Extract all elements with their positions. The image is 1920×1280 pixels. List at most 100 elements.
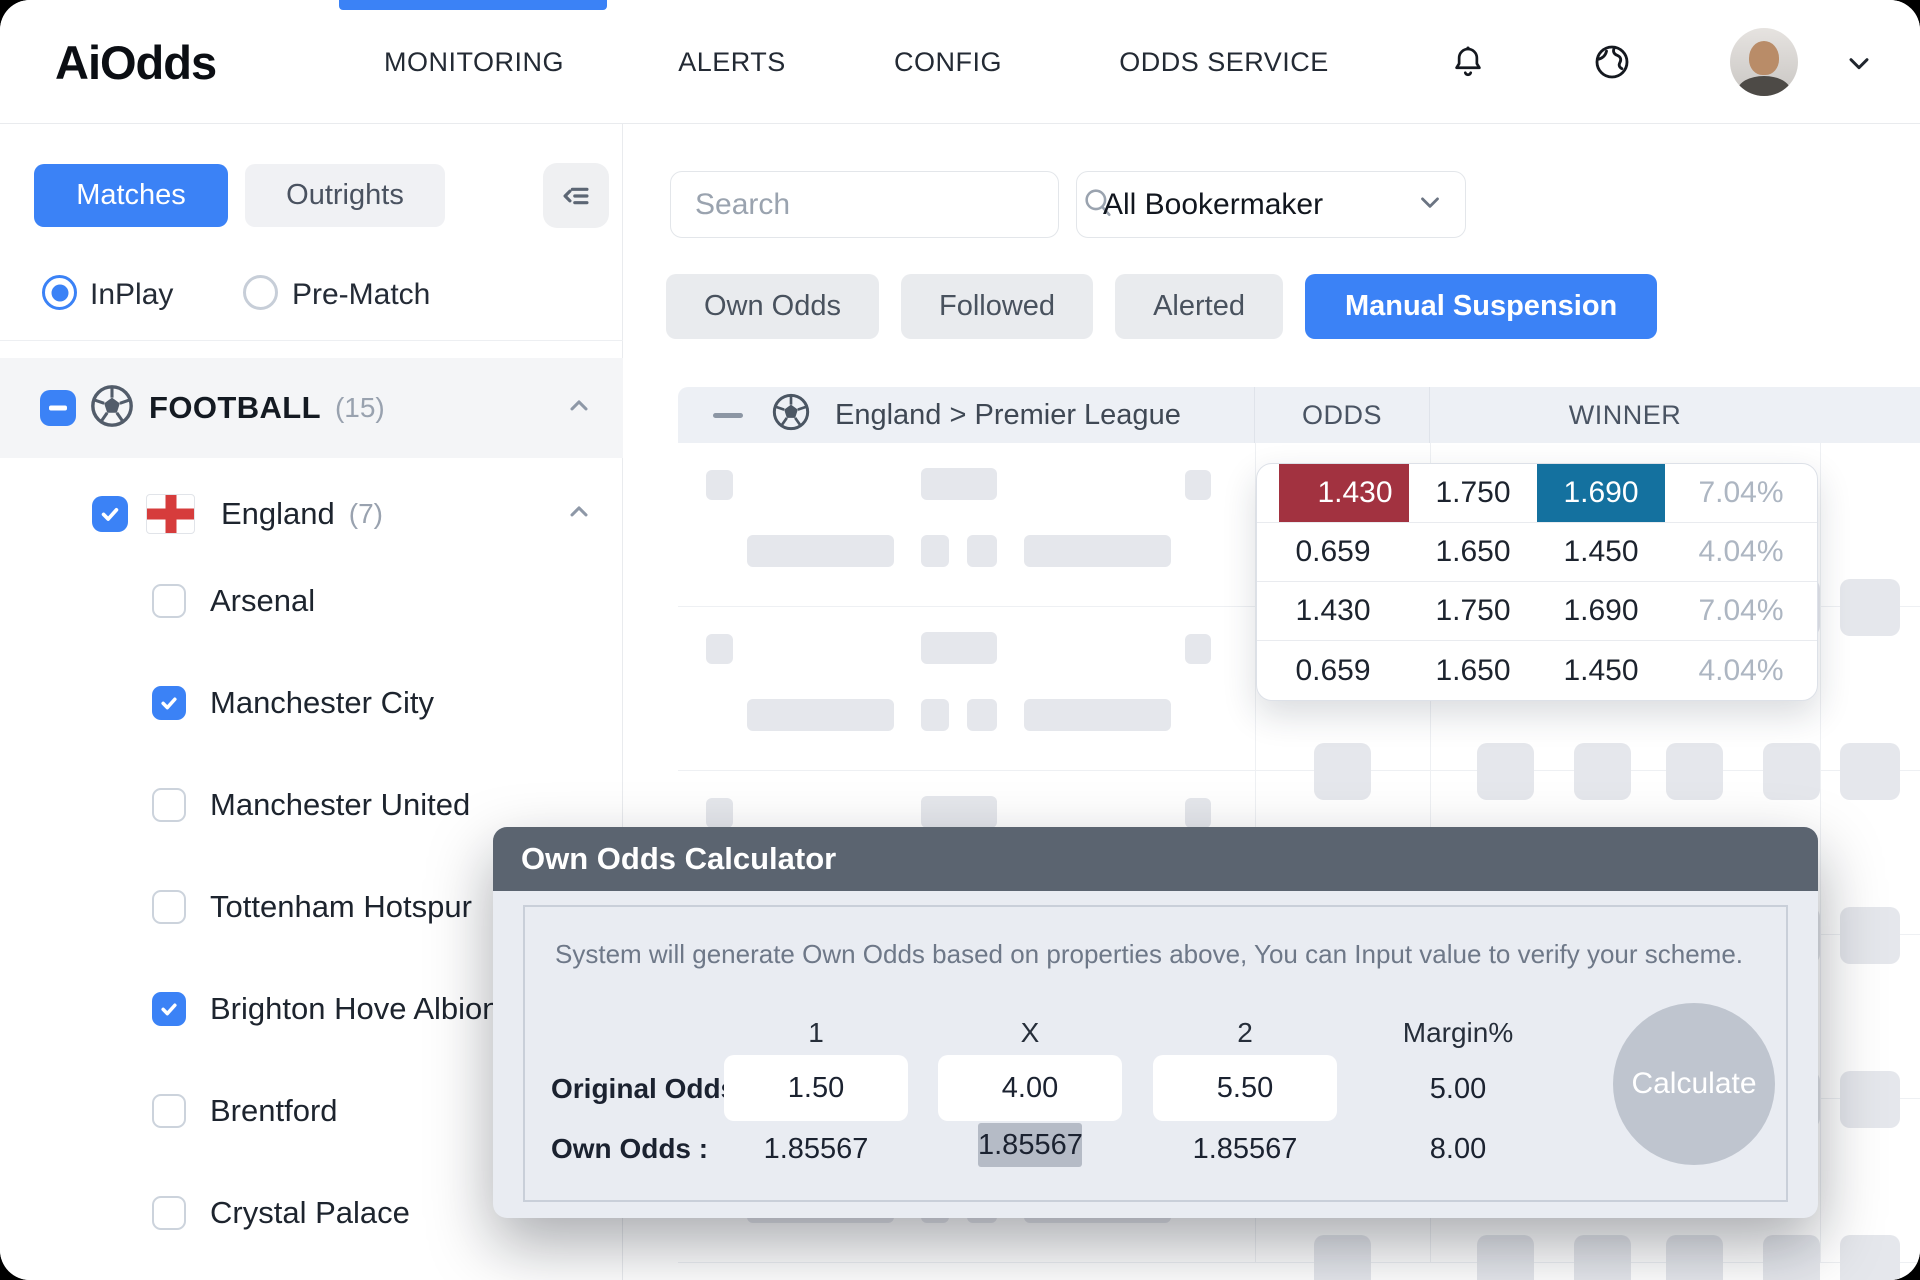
filter-bar: Own Odds Followed Alerted Manual Suspens…: [666, 274, 1657, 339]
odds-row: 1.430 1.750 1.690 7.04%: [1257, 582, 1817, 641]
margin-cell: 4.04%: [1665, 641, 1817, 700]
football-checkbox[interactable]: [40, 390, 76, 426]
team-label: Crystal Palace: [210, 1195, 410, 1231]
radio-inplay[interactable]: [42, 275, 77, 310]
original-odds-input-x[interactable]: [938, 1055, 1122, 1121]
original-odds-label: Original Odds :: [551, 1073, 753, 1105]
own-odds-value-1: 1.85567: [746, 1133, 886, 1166]
sidebar-item-england[interactable]: England (7): [0, 466, 623, 562]
modal-title: Own Odds Calculator: [521, 841, 836, 877]
tab-config[interactable]: CONFIG: [885, 0, 1011, 124]
filter-own-odds[interactable]: Own Odds: [666, 274, 879, 339]
chevron-down-icon: [1415, 187, 1445, 222]
globe-icon[interactable]: [1592, 42, 1632, 82]
odds-cell-home[interactable]: 0.659: [1257, 641, 1409, 700]
col-header-1: 1: [786, 1017, 846, 1049]
tab-monitoring[interactable]: MONITORING: [372, 0, 576, 124]
margin-cell: 7.04%: [1665, 464, 1817, 522]
odds-cell-draw[interactable]: 1.650: [1409, 523, 1537, 581]
team-checkbox[interactable]: [152, 686, 186, 720]
odds-cell-home[interactable]: 1.430: [1279, 464, 1409, 522]
matches-button[interactable]: Matches: [34, 164, 228, 227]
navbar: AiOdds MONITORING ALERTS CONFIG ODDS SER…: [0, 0, 1920, 124]
original-odds-input-1[interactable]: [724, 1055, 908, 1121]
team-checkbox[interactable]: [152, 992, 186, 1026]
team-label: Brighton Hove Albion: [210, 991, 500, 1027]
odds-row: 1.430 1.750 1.690 7.04%: [1257, 464, 1817, 523]
england-flag-icon: [146, 494, 195, 534]
filter-followed[interactable]: Followed: [901, 274, 1093, 339]
odds-cell-away[interactable]: 1.690: [1537, 582, 1665, 640]
app-logo: AiOdds: [55, 0, 216, 124]
sidebar-item-football[interactable]: FOOTBALL (15): [0, 358, 623, 458]
margin-cell: 7.04%: [1665, 582, 1817, 640]
odds-cell-home[interactable]: 1.430: [1257, 582, 1409, 640]
odds-cell-away[interactable]: 1.450: [1537, 641, 1665, 700]
own-odds-calculator-modal: Own Odds Calculator System will generate…: [493, 827, 1818, 1218]
filter-manual-suspension[interactable]: Manual Suspension: [1305, 274, 1657, 339]
col-header-x: X: [1000, 1017, 1060, 1049]
app-window: AiOdds MONITORING ALERTS CONFIG ODDS SER…: [0, 0, 1920, 1280]
radio-inplay-label: InPlay: [90, 275, 173, 315]
mode-radio-group: InPlay Pre-Match: [0, 275, 622, 315]
country-count: (7): [349, 498, 383, 530]
team-checkbox[interactable]: [152, 1094, 186, 1128]
modal-header[interactable]: Own Odds Calculator: [493, 827, 1818, 891]
odds-row: 0.659 1.650 1.450 4.04%: [1257, 641, 1817, 700]
league-breadcrumb: England > Premier League: [835, 399, 1181, 432]
winner-column-header: WINNER: [1430, 387, 1820, 443]
team-checkbox[interactable]: [152, 890, 186, 924]
chevron-up-icon[interactable]: [565, 392, 593, 425]
team-label: Arsenal: [210, 583, 315, 619]
group-header-cell: England > Premier League: [678, 387, 1255, 443]
odds-cell-draw[interactable]: 1.650: [1409, 641, 1537, 700]
col-header-2: 2: [1215, 1017, 1275, 1049]
odds-column-header: ODDS: [1255, 387, 1430, 443]
england-checkbox[interactable]: [92, 496, 128, 532]
chevron-up-icon[interactable]: [565, 498, 593, 531]
margin-cell: 4.04%: [1665, 523, 1817, 581]
bell-icon[interactable]: [1449, 44, 1487, 82]
sport-label: FOOTBALL: [149, 390, 321, 426]
team-checkbox[interactable]: [152, 1196, 186, 1230]
odds-row: 0.659 1.650 1.450 4.04%: [1257, 523, 1817, 582]
own-odds-value-2: 1.85567: [1175, 1133, 1315, 1166]
modal-message: System will generate Own Odds based on p…: [555, 939, 1743, 970]
team-label: Manchester City: [210, 685, 434, 721]
radio-prematch-label: Pre-Match: [292, 275, 430, 315]
calculate-button[interactable]: Calculate: [1613, 1003, 1775, 1165]
team-checkbox[interactable]: [152, 584, 186, 618]
odds-cell-away[interactable]: 1.690: [1537, 464, 1665, 522]
radio-prematch[interactable]: [243, 275, 278, 310]
team-row-manchester-city[interactable]: Manchester City: [0, 652, 623, 754]
odds-cell-away[interactable]: 1.450: [1537, 523, 1665, 581]
odds-cell-home[interactable]: 0.659: [1257, 523, 1409, 581]
odds-cell-draw[interactable]: 1.750: [1409, 464, 1537, 522]
country-label: England: [221, 496, 335, 532]
chevron-down-icon[interactable]: [1843, 47, 1875, 79]
team-checkbox[interactable]: [152, 788, 186, 822]
bookmaker-select[interactable]: All Bookermaker: [1076, 171, 1466, 238]
odds-card: 1.430 1.750 1.690 7.04% 0.659 1.650 1.45…: [1256, 463, 1818, 701]
sport-count: (15): [335, 392, 385, 424]
football-icon: [771, 392, 811, 439]
collapse-icon: [559, 179, 593, 213]
search-box: [670, 171, 1059, 238]
football-icon: [89, 383, 135, 434]
filter-alerted[interactable]: Alerted: [1115, 274, 1283, 339]
outrights-button[interactable]: Outrights: [245, 164, 445, 227]
divider: [0, 340, 623, 341]
original-margin-value: 5.00: [1408, 1073, 1508, 1106]
avatar[interactable]: [1730, 28, 1798, 96]
odds-cell-draw[interactable]: 1.750: [1409, 582, 1537, 640]
original-odds-input-2[interactable]: [1153, 1055, 1337, 1121]
team-row-arsenal[interactable]: Arsenal: [0, 550, 623, 652]
collapse-dash-icon[interactable]: [713, 413, 743, 418]
tab-alerts[interactable]: ALERTS: [670, 0, 794, 124]
bookmaker-selected-value: All Bookermaker: [1103, 188, 1323, 222]
own-margin-value: 8.00: [1408, 1133, 1508, 1166]
collapse-sidebar-button[interactable]: [543, 163, 609, 228]
search-input[interactable]: [695, 188, 1081, 222]
tab-odds-service[interactable]: ODDS SERVICE: [1106, 0, 1342, 124]
team-label: Manchester United: [210, 787, 470, 823]
